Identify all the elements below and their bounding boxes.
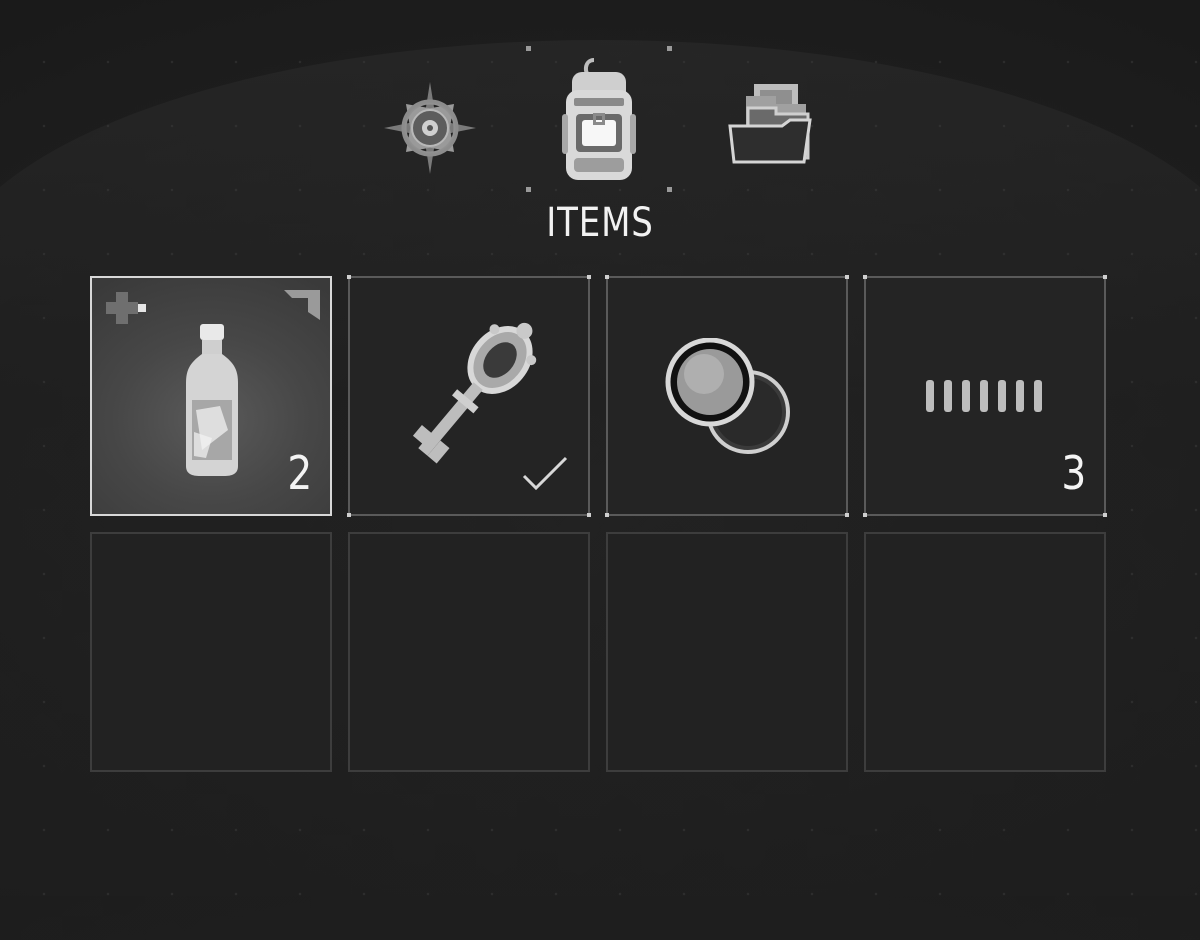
tab-corner-marker [526, 46, 531, 51]
inventory-grid: 2 3 [90, 275, 1108, 774]
ammo-rounds-icon [926, 380, 1042, 412]
slot-corner-marker [845, 513, 849, 517]
slot-corner-marker [587, 275, 591, 279]
tab-files[interactable] [718, 78, 818, 168]
inventory-slot-empty[interactable] [864, 532, 1106, 772]
tab-corner-marker [667, 187, 672, 192]
item-quantity: 3 [1061, 446, 1086, 500]
slot-corner-marker [1103, 275, 1107, 279]
checkmark-icon [522, 456, 568, 490]
tab-corner-marker [526, 187, 531, 192]
inventory-slot-bottle[interactable]: 2 [90, 276, 332, 516]
healing-bottle-icon [186, 324, 238, 476]
inventory-slot-empty[interactable] [606, 532, 848, 772]
slot-corner-marker [1103, 513, 1107, 517]
tab-corner-marker [667, 46, 672, 51]
inventory-slot-key[interactable] [347, 275, 591, 517]
tab-map[interactable] [380, 78, 480, 178]
inventory-slot-ammo[interactable]: 3 [863, 275, 1107, 517]
inventory-slot-empty[interactable] [90, 532, 332, 772]
slot-corner-marker [605, 513, 609, 517]
item-quantity: 2 [287, 446, 312, 500]
corner-bracket-icon [284, 290, 320, 320]
compass-icon [384, 82, 476, 174]
slot-corner-marker [863, 275, 867, 279]
inventory-slot-lens[interactable] [605, 275, 849, 517]
slot-corner-marker [845, 275, 849, 279]
slot-corner-marker [605, 275, 609, 279]
inventory-slot-empty[interactable] [348, 532, 590, 772]
folder-icon [728, 84, 812, 164]
active-tab-title: ITEMS [546, 200, 654, 246]
slot-corner-marker [347, 275, 351, 279]
slot-corner-marker [347, 513, 351, 517]
tab-items[interactable] [526, 46, 672, 192]
round-lens-icon [665, 338, 790, 454]
health-cross-icon [106, 292, 146, 324]
backpack-icon [562, 58, 636, 180]
slot-corner-marker [587, 513, 591, 517]
slot-corner-marker [863, 513, 867, 517]
